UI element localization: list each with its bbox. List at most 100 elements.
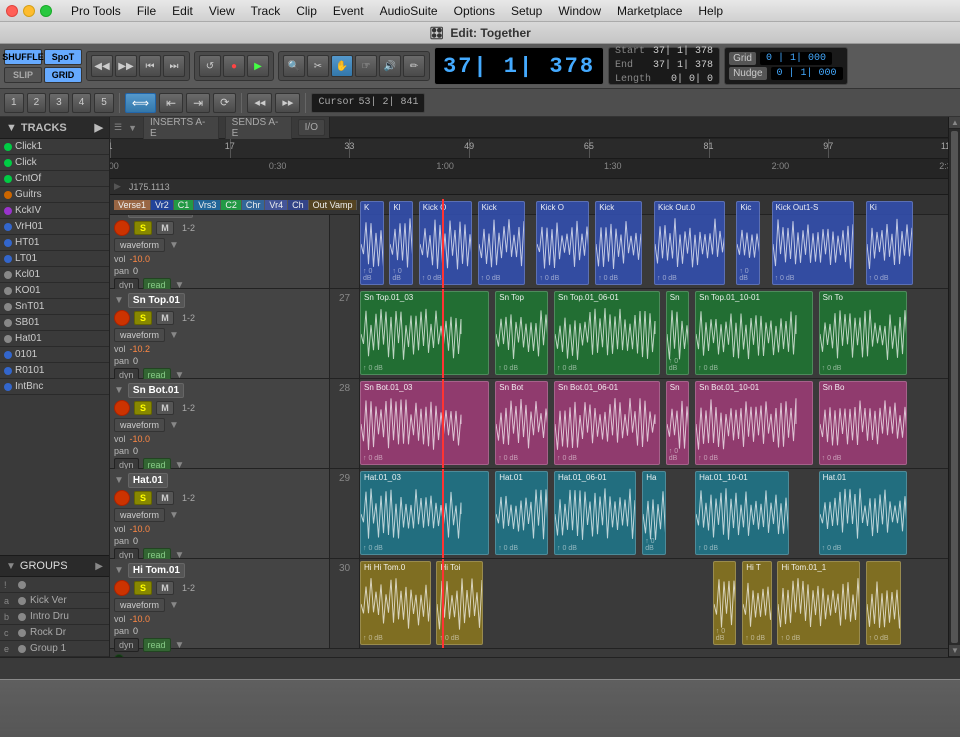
clip-block[interactable]: K↑ 0 dB [360, 201, 384, 285]
sidebar-track-item[interactable]: LT01 [0, 251, 109, 267]
record-arm-button[interactable] [114, 310, 130, 326]
sidebar-track-item[interactable]: Kcl01 [0, 267, 109, 283]
groups-options-arrow[interactable]: ▶ [95, 561, 103, 572]
waveform-view-btn[interactable]: waveform [114, 238, 165, 252]
group-list-item[interactable]: c Rock Dr [0, 625, 109, 641]
menu-track[interactable]: Track [244, 2, 288, 20]
selector-tool[interactable]: ✋ [331, 55, 353, 77]
clip-block[interactable]: Hat.01_10-01↑ 0 dB [695, 471, 789, 555]
track-expand-btn[interactable]: ▼ [114, 385, 124, 396]
sidebar-track-item[interactable]: Hat01 [0, 331, 109, 347]
clip-block[interactable]: Kic↑ 0 dB [736, 201, 760, 285]
mute-button[interactable]: M [156, 491, 174, 505]
trim-left-btn[interactable]: ⇤ [159, 93, 183, 113]
scroll-thumb[interactable] [951, 131, 958, 643]
sidebar-track-item[interactable]: HT01 [0, 235, 109, 251]
clip-block[interactable]: Sn↑ 0 dB [666, 291, 690, 375]
groups-expand-arrow[interactable]: ▼ [6, 561, 16, 572]
clip-block[interactable]: Sn Bot↑ 0 dB [495, 381, 548, 465]
marker-item[interactable]: Vrs3 [194, 200, 221, 210]
clip-block[interactable]: Kick O↑ 0 dB [419, 201, 472, 285]
rewind-button[interactable]: ◀◀ [91, 55, 113, 77]
clip-block[interactable]: Sn Bot.01_10-01↑ 0 dB [695, 381, 813, 465]
menu-file[interactable]: File [130, 2, 163, 20]
inserts-header[interactable]: INSERTS A-E [143, 117, 219, 142]
menu-event[interactable]: Event [326, 2, 371, 20]
sidebar-track-item[interactable]: KckIV [0, 203, 109, 219]
track-expand-btn[interactable]: ▼ [114, 565, 124, 576]
slip-mode-button[interactable]: SLIP [4, 67, 42, 83]
marker-item[interactable]: C1 [174, 200, 195, 210]
marker-item[interactable]: Vr4 [265, 200, 288, 210]
minimize-button[interactable] [23, 5, 35, 17]
clip-block[interactable]: Kick O↑ 0 dB [536, 201, 589, 285]
number-btn-4[interactable]: 4 [72, 93, 92, 113]
number-btn-1[interactable]: 1 [4, 93, 24, 113]
track-waveform-area[interactable]: Hi Hi Tom.0↑ 0 dBHi Toi↑ 0 dB↑ 0 dBHi T↑… [360, 559, 948, 648]
record-arm-button[interactable] [114, 490, 130, 506]
sidebar-track-item[interactable]: SB01 [0, 315, 109, 331]
zoom-tool[interactable]: 🔍 [283, 55, 305, 77]
scroll-down-button[interactable]: ▼ [949, 645, 960, 657]
track-waveform-area[interactable]: Hat.01_03↑ 0 dBHat.01↑ 0 dBHat.01_06-01↑… [360, 469, 948, 558]
menu-options[interactable]: Options [447, 2, 502, 20]
waveform-dropdown[interactable]: ▼ [169, 510, 179, 521]
menu-clip[interactable]: Clip [289, 2, 324, 20]
nudge-label[interactable]: Nudge [729, 67, 766, 80]
sidebar-track-item[interactable]: SnT01 [0, 299, 109, 315]
marker-item[interactable]: C2 [221, 200, 242, 210]
clip-block[interactable]: Hi T↑ 0 dB [742, 561, 771, 645]
clip-block[interactable]: Hat.01_03↑ 0 dB [360, 471, 489, 555]
record-arm-button[interactable] [114, 580, 130, 596]
group-list-item[interactable]: ! [0, 577, 109, 593]
clip-block[interactable]: Ki↑ 0 dB [866, 201, 913, 285]
back-btn[interactable]: ◂◂ [247, 93, 272, 113]
marker-item[interactable]: Ch [288, 200, 309, 210]
waveform-dropdown[interactable]: ▼ [169, 600, 179, 611]
sidebar-track-item[interactable]: Click [0, 155, 109, 171]
track-expand-all[interactable]: ☰ [114, 122, 122, 133]
track-name-button[interactable]: Hat.01 [128, 473, 168, 488]
trim-tool[interactable]: ✂ [307, 55, 329, 77]
marker-item[interactable]: Vr2 [151, 200, 174, 210]
tracks-expand-arrow[interactable]: ▼ [6, 122, 17, 134]
sidebar-track-item[interactable]: Click1 [0, 139, 109, 155]
spot-mode-button[interactable]: SpoT [44, 49, 82, 65]
solo-button[interactable]: S [134, 311, 152, 325]
solo-button[interactable]: S [134, 401, 152, 415]
marker-item[interactable]: Chr [242, 200, 266, 210]
zoom-btn[interactable]: ⟺ [125, 93, 156, 113]
clip-block[interactable]: Kick Out.0↑ 0 dB [654, 201, 725, 285]
sidebar-track-item[interactable]: CntOf [0, 171, 109, 187]
record-arm-button[interactable] [114, 220, 130, 236]
menu-edit[interactable]: Edit [165, 2, 200, 20]
group-list-item[interactable]: e Group 1 [0, 641, 109, 657]
record-button[interactable]: ● [223, 55, 245, 77]
waveform-view-btn[interactable]: waveform [114, 328, 165, 342]
track-waveform-area[interactable]: K↑ 0 dBKl↑ 0 dBKick O↑ 0 dBKick↑ 0 dBKic… [360, 199, 948, 288]
marker-item[interactable]: Out Vamp [309, 200, 358, 210]
clip-block[interactable]: ↑ 0 dB [713, 561, 737, 645]
clip-block[interactable]: ↑ 0 dB [866, 561, 901, 645]
menu-marketplace[interactable]: Marketplace [610, 2, 689, 20]
track-waveform-area[interactable]: Sn Bot.01_03↑ 0 dBSn Bot↑ 0 dBSn Bot.01_… [360, 379, 948, 468]
waveform-dropdown[interactable]: ▼ [169, 240, 179, 251]
solo-button[interactable]: S [134, 581, 152, 595]
sidebar-track-item[interactable]: VrH01 [0, 219, 109, 235]
loop-sel-btn[interactable]: ⟳ [213, 93, 236, 113]
marker-item[interactable]: Verse1 [114, 200, 151, 210]
clip-block[interactable]: Sn Bot.01_03↑ 0 dB [360, 381, 489, 465]
clip-block[interactable]: Kick↑ 0 dB [478, 201, 525, 285]
solo-button[interactable]: S [134, 491, 152, 505]
record-arm-button[interactable] [114, 400, 130, 416]
loop-button[interactable]: ↺ [199, 55, 221, 77]
clip-block[interactable]: Sn Bot.01_06-01↑ 0 dB [554, 381, 660, 465]
number-btn-3[interactable]: 3 [49, 93, 69, 113]
number-btn-5[interactable]: 5 [94, 93, 114, 113]
menu-setup[interactable]: Setup [504, 2, 549, 20]
play-button[interactable]: ▶ [247, 55, 269, 77]
close-button[interactable] [6, 5, 18, 17]
fwd-btn[interactable]: ▸▸ [275, 93, 300, 113]
clip-block[interactable]: Kl↑ 0 dB [389, 201, 413, 285]
clip-block[interactable]: Sn Top.01_06-01↑ 0 dB [554, 291, 660, 375]
